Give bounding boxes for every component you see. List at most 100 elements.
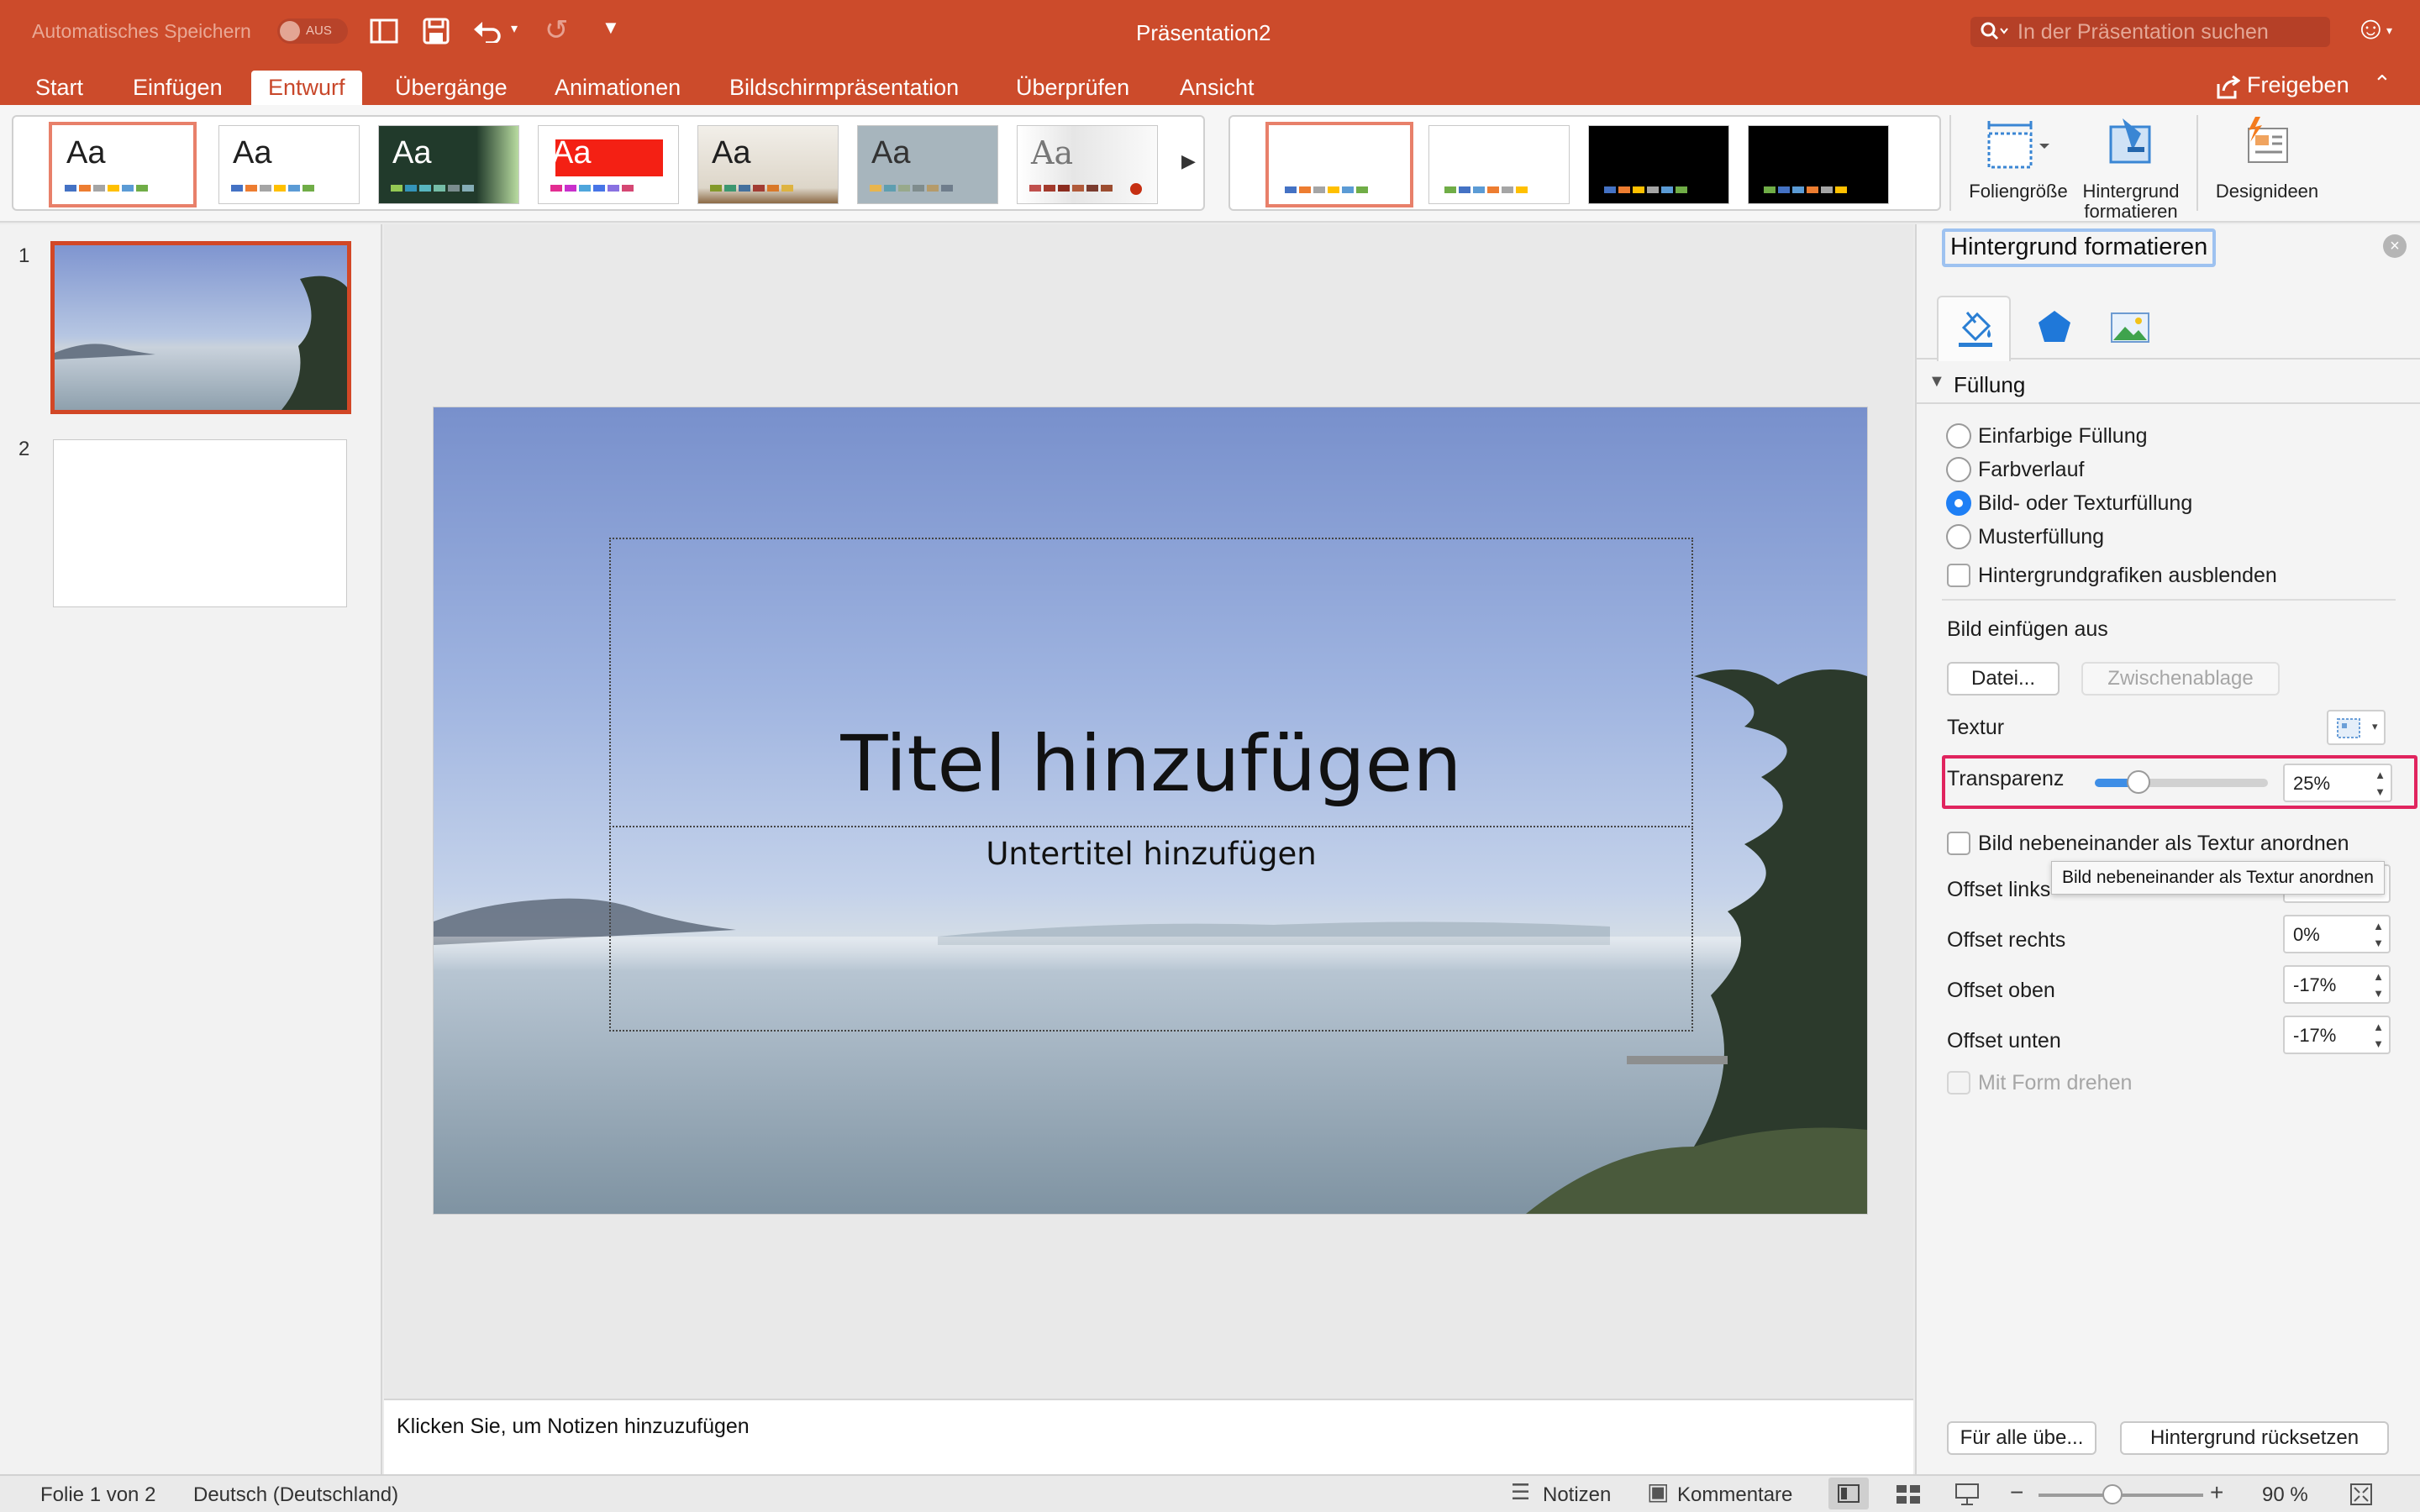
fill-section-header[interactable]: ▼ Füllung [1917,367,2420,404]
variant-2[interactable] [1428,125,1570,204]
offset-top-value[interactable]: -17% [2293,974,2336,996]
theme-preview-text: Aa [1031,134,1074,171]
slideshow-icon[interactable] [1954,1483,1980,1506]
theme-office[interactable]: Aa [49,122,197,207]
title-placeholder[interactable]: Titel hinzufügen [609,538,1693,827]
tab-view[interactable]: Ansicht [1176,71,1258,105]
pane-title-text: Hintergrund formatieren [1950,234,2208,260]
collapse-ribbon-icon[interactable]: ⌃ [2373,71,2391,97]
notes-toggle[interactable]: Notizen [1543,1483,1611,1507]
slide-thumbnail-1[interactable] [50,241,351,414]
variant-3[interactable] [1588,125,1729,204]
tile-picture-checkbox[interactable] [1947,832,1970,855]
theme-slate[interactable]: Aa [857,125,998,204]
pentagon-effects-icon[interactable] [2036,308,2073,345]
theme-office-2[interactable]: Aa [218,125,360,204]
offset-bottom-spinner[interactable]: -17% ▲ ▼ [2283,1016,2391,1054]
offset-right-spinner[interactable]: 0% ▲ ▼ [2283,915,2391,953]
tile-picture-label[interactable]: Bild nebeneinander als Textur anordnen [1978,832,2349,856]
picture-tab-icon[interactable] [2110,312,2150,344]
offset-right-value[interactable]: 0% [2293,924,2320,946]
theme-ion[interactable]: Aa [538,125,679,204]
hide-background-graphics-label[interactable]: Hintergrundgrafiken ausblenden [1978,564,2277,588]
format-background-button[interactable]: Hintergrund formatieren [2072,113,2190,222]
radio-pattern-fill[interactable] [1946,524,1971,549]
zoom-level[interactable]: 90 % [2262,1483,2308,1507]
theme-facet[interactable]: Aa [378,125,519,204]
zoom-out-icon[interactable]: − [2010,1479,2023,1506]
format-background-icon [2109,118,2151,164]
tab-design[interactable]: Entwurf [251,71,362,105]
comments-icon[interactable]: ▣ [1647,1478,1669,1505]
stepper-arrows-icon[interactable]: ▲ ▼ [2373,918,2384,952]
share-button[interactable]: Freigeben [2247,72,2349,98]
hide-background-graphics-checkbox[interactable] [1947,564,1970,587]
subtitle-placeholder[interactable]: Untertitel hinzufügen [609,826,1693,1032]
normal-view-button[interactable] [1828,1478,1869,1509]
zoom-slider-knob[interactable] [2102,1484,2123,1504]
notes-pane[interactable]: Klicken Sie, um Notizen hinzuzufügen [384,1399,1913,1474]
offset-top-spinner[interactable]: -17% ▲ ▼ [2283,965,2391,1004]
gallery-more-icon[interactable]: ▶ [1181,150,1196,172]
tab-review[interactable]: Überprüfen [1013,71,1133,105]
undo-dropdown-icon[interactable]: ▾ [511,20,518,37]
file-button[interactable]: Datei... [1947,662,2060,696]
design-ideas-button[interactable]: Designideen [2208,113,2326,202]
redo-icon[interactable]: ↺ [544,13,569,47]
theme-organic[interactable]: Aa [697,125,839,204]
stepper-arrows-icon[interactable]: ▲ ▼ [2375,767,2386,801]
variant-4[interactable] [1748,125,1889,204]
transparency-spinner[interactable]: 25% ▲ ▼ [2283,764,2392,802]
radio-picture-fill-label[interactable]: Bild- oder Texturfüllung [1978,491,2192,516]
fit-to-window-icon[interactable] [2349,1483,2373,1506]
apply-to-all-button[interactable]: Für alle übe... [1947,1421,2096,1455]
tab-insert[interactable]: Einfügen [129,71,226,105]
language-indicator[interactable]: Deutsch (Deutschland) [193,1483,398,1507]
theme-colors [710,185,793,192]
notes-icon[interactable]: ☰ [1511,1479,1530,1505]
close-pane-icon[interactable]: × [2383,234,2407,258]
variant-1[interactable] [1265,122,1413,207]
tab-slideshow[interactable]: Bildschirmpräsentation [726,71,962,105]
offset-bottom-value[interactable]: -17% [2293,1025,2336,1047]
undo-icon[interactable] [472,19,502,43]
slide-subtitle: Untertitel hinzufügen [986,836,1317,872]
comments-toggle[interactable]: Kommentare [1677,1483,1792,1507]
zoom-in-icon[interactable]: + [2210,1479,2223,1506]
tab-transitions[interactable]: Übergänge [392,71,511,105]
autosave-toggle[interactable]: AUS [277,18,348,44]
customize-toolbar-icon[interactable]: ▼ [602,17,620,39]
stepper-arrows-icon[interactable]: ▲ ▼ [2373,969,2384,1002]
sidebar-toggle-icon[interactable] [370,18,398,45]
tab-start[interactable]: Start [32,71,87,105]
radio-gradient-fill-label[interactable]: Farbverlauf [1978,458,2084,482]
radio-picture-fill[interactable] [1946,491,1971,516]
tooltip: Bild nebeneinander als Textur anordnen [2051,861,2385,895]
reset-background-button[interactable]: Hintergrund rücksetzen [2120,1421,2389,1455]
transparency-slider[interactable] [2095,770,2268,794]
transparency-value[interactable]: 25% [2293,773,2330,795]
slide-size-button[interactable]: Foliengröße [1966,113,2070,202]
transparency-slider-knob[interactable] [2126,770,2150,794]
feedback-smiley-icon[interactable]: ☺ [2354,12,2387,45]
smiley-dropdown-icon[interactable]: ▾ [2386,24,2392,38]
clipboard-button: Zwischenablage [2081,662,2280,696]
save-icon[interactable] [423,18,450,45]
radio-solid-fill-label[interactable]: Einfarbige Füllung [1978,424,2148,449]
radio-solid-fill[interactable] [1946,423,1971,449]
slide-sorter-icon[interactable] [1896,1484,1921,1504]
autosave-state: AUS [306,24,332,38]
stepper-arrows-icon[interactable]: ▲ ▼ [2373,1019,2384,1053]
slide-size-icon [1987,121,2049,169]
texture-picker[interactable]: ▾ [2327,710,2386,745]
share-icon[interactable] [2215,76,2240,99]
slide-thumbnail-2[interactable] [53,439,347,607]
radio-gradient-fill[interactable] [1946,457,1971,482]
slide-canvas[interactable]: Titel hinzufügen Untertitel hinzufügen [434,407,1867,1214]
radio-pattern-fill-label[interactable]: Musterfüllung [1978,525,2104,549]
tab-fill[interactable] [1937,296,2011,361]
tab-animations[interactable]: Animationen [551,71,684,105]
zoom-slider[interactable] [2039,1484,2203,1504]
search-box[interactable]: In der Präsentation suchen [1970,17,2330,47]
theme-retrospect[interactable]: Aa [1017,125,1158,204]
